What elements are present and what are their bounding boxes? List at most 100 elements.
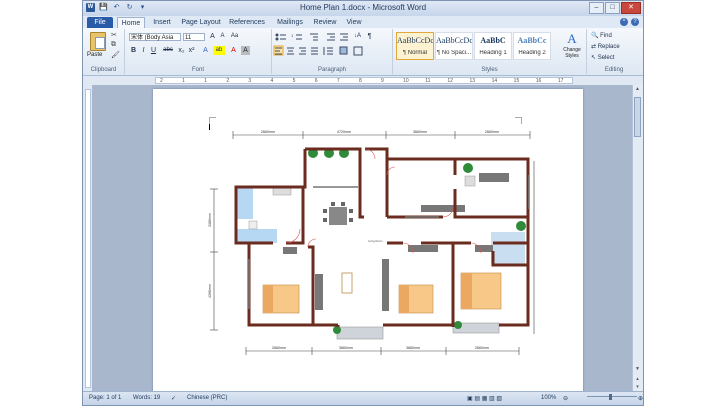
status-bar: Page: 1 of 1 Words: 19 ✓ Chinese (PRC) ▣… bbox=[83, 391, 643, 405]
horizontal-ruler[interactable]: 2 1 1 2 3 4 5 6 7 8 9 10 11 12 13 14 15 16 17 bbox=[83, 76, 643, 85]
word-window: W 💾 ↶ ↻ ▾ Home Plan 1.docx - Microsoft W… bbox=[82, 0, 644, 406]
language[interactable]: Chinese (PRC) bbox=[187, 395, 227, 401]
style-heading-1-name: Heading 1 bbox=[479, 50, 507, 56]
window-controls: – □ ✕ bbox=[589, 2, 641, 14]
tv-unit bbox=[382, 259, 389, 311]
underline-button[interactable]: U bbox=[149, 46, 158, 55]
dining-table bbox=[323, 202, 353, 225]
zoom-out-icon[interactable]: ⊖ bbox=[563, 395, 568, 402]
find-button[interactable]: 🔍 Find bbox=[591, 32, 612, 39]
paste-button[interactable]: Paste bbox=[87, 52, 102, 58]
paste-icon[interactable] bbox=[90, 32, 106, 51]
prev-page-icon[interactable]: ▴ bbox=[634, 376, 641, 382]
tab-insert[interactable]: Insert bbox=[149, 17, 175, 28]
dim-top-1: 2660mm bbox=[261, 130, 275, 134]
show-hide-button[interactable]: ¶ bbox=[365, 32, 374, 41]
tab-mailings[interactable]: Mailings bbox=[273, 17, 307, 28]
style-normal-name: ¶ Normal bbox=[402, 50, 428, 56]
dim-bottom-3: 3660mm bbox=[406, 346, 420, 350]
font-size-select[interactable]: 11 bbox=[183, 33, 205, 41]
bed-left bbox=[262, 284, 300, 314]
toilet bbox=[248, 220, 258, 230]
dim-bottom-2: 3660mm bbox=[339, 346, 353, 350]
zoom-slider-knob[interactable] bbox=[609, 394, 612, 400]
sort-button[interactable]: ↓A bbox=[353, 32, 362, 41]
ruler-number: 14 bbox=[491, 78, 498, 84]
web-layout-icon[interactable]: ▦ bbox=[482, 396, 488, 402]
tab-references[interactable]: References bbox=[227, 17, 267, 28]
ribbon: Paste ✂ ⧉ 🖌 Clipboard 宋体 (Body Asia 11 A… bbox=[83, 28, 643, 76]
zoom-slider[interactable] bbox=[587, 394, 637, 401]
replace-label: Replace bbox=[597, 44, 620, 50]
font-name-select[interactable]: 宋体 (Body Asia bbox=[129, 33, 181, 41]
format-painter-icon[interactable]: 🖌 bbox=[111, 51, 120, 59]
proofing-icon[interactable]: ✓ bbox=[171, 395, 176, 402]
ruler-number: 1 bbox=[204, 78, 207, 84]
document-area[interactable]: 2660mm 4720mm 3660mm 2660mm 2660mm 3660m… bbox=[92, 85, 633, 392]
close-button[interactable]: ✕ bbox=[621, 2, 641, 14]
copy-icon[interactable]: ⧉ bbox=[111, 41, 116, 49]
vertical-scrollbar[interactable]: ▲ ▼ ▴ ▾ bbox=[632, 85, 643, 392]
highlight-button[interactable]: ab bbox=[213, 46, 225, 55]
char-shading-button[interactable]: A bbox=[241, 46, 250, 55]
full-screen-icon[interactable]: ▤ bbox=[474, 396, 480, 402]
vertical-ruler[interactable] bbox=[83, 85, 92, 392]
dim-left-2: 4390mm bbox=[208, 284, 212, 298]
numbering-icon: 1 bbox=[291, 33, 302, 40]
select-icon: ↖ bbox=[591, 55, 598, 61]
italic-button[interactable]: I bbox=[139, 46, 148, 55]
scroll-up-icon[interactable]: ▲ bbox=[634, 86, 641, 92]
find-label: Find bbox=[600, 33, 612, 39]
ruler-number: 15 bbox=[513, 78, 520, 84]
style-heading-1[interactable]: AaBbC Heading 1 bbox=[474, 32, 512, 60]
draft-icon[interactable]: ▧ bbox=[496, 396, 502, 402]
replace-button[interactable]: ⇄ Replace bbox=[591, 43, 620, 50]
cut-icon[interactable]: ✂ bbox=[111, 31, 117, 39]
outline-icon[interactable]: ▥ bbox=[489, 396, 495, 402]
ruler-number: 2 bbox=[226, 78, 230, 84]
style-normal[interactable]: AaBbCcDc ¶ Normal bbox=[396, 32, 434, 60]
help-icon[interactable]: ? bbox=[631, 18, 639, 26]
tab-file[interactable]: File bbox=[87, 17, 113, 28]
change-styles-button[interactable]: A Change Styles bbox=[559, 31, 585, 59]
center-icon bbox=[287, 47, 294, 55]
tab-review[interactable]: Review bbox=[311, 17, 339, 28]
font-color-button[interactable]: A bbox=[229, 46, 238, 55]
scroll-down-icon[interactable]: ▼ bbox=[634, 366, 641, 372]
next-page-icon[interactable]: ▾ bbox=[634, 384, 641, 390]
scroll-thumb[interactable] bbox=[634, 97, 641, 137]
tab-view[interactable]: View bbox=[343, 17, 365, 28]
tab-home[interactable]: Home bbox=[117, 17, 145, 28]
dim-top-4: 2660mm bbox=[485, 130, 499, 134]
shrink-font-button[interactable]: A bbox=[218, 32, 227, 41]
superscript-button[interactable]: x² bbox=[187, 46, 196, 55]
font-label: Font bbox=[191, 67, 204, 73]
paragraph-icons: 1 bbox=[273, 33, 363, 56]
paragraph-label: Paragraph bbox=[317, 67, 347, 73]
word-count[interactable]: Words: 19 bbox=[133, 395, 160, 401]
zoom-level[interactable]: 100% bbox=[541, 395, 556, 401]
ruler-number: 5 bbox=[292, 78, 296, 84]
justify-icon bbox=[311, 47, 318, 55]
style-no-spacing-preview: AaBbCcDc bbox=[436, 36, 472, 45]
subscript-button[interactable]: x₂ bbox=[177, 46, 186, 55]
grow-font-button[interactable]: A bbox=[208, 32, 217, 41]
strikethrough-button[interactable]: abc bbox=[161, 46, 175, 55]
tab-page-layout[interactable]: Page Layout bbox=[179, 17, 223, 28]
style-no-spacing[interactable]: AaBbCcDc ¶ No Spaci... bbox=[435, 32, 473, 60]
print-layout-icon[interactable]: ▣ bbox=[467, 396, 473, 402]
select-button[interactable]: ↖ Select bbox=[591, 54, 614, 61]
kitchen-counter bbox=[421, 205, 465, 212]
page-count[interactable]: Page: 1 of 1 bbox=[89, 395, 121, 401]
bold-button[interactable]: B bbox=[129, 46, 138, 55]
wardrobe-master bbox=[475, 245, 493, 252]
minimize-button[interactable]: – bbox=[589, 2, 604, 14]
style-heading-2[interactable]: AaBbCc Heading 2 bbox=[513, 32, 551, 60]
help-area: ^ ? bbox=[620, 18, 639, 26]
document-page[interactable]: 2660mm 4720mm 3660mm 2660mm 2660mm 3660m… bbox=[153, 89, 583, 392]
change-case-button[interactable]: Aa bbox=[230, 32, 239, 41]
minimize-ribbon-icon[interactable]: ^ bbox=[620, 18, 628, 26]
restore-button[interactable]: □ bbox=[605, 2, 620, 14]
zoom-in-icon[interactable]: ⊕ bbox=[638, 395, 643, 402]
text-effects-button[interactable]: A bbox=[201, 46, 210, 55]
